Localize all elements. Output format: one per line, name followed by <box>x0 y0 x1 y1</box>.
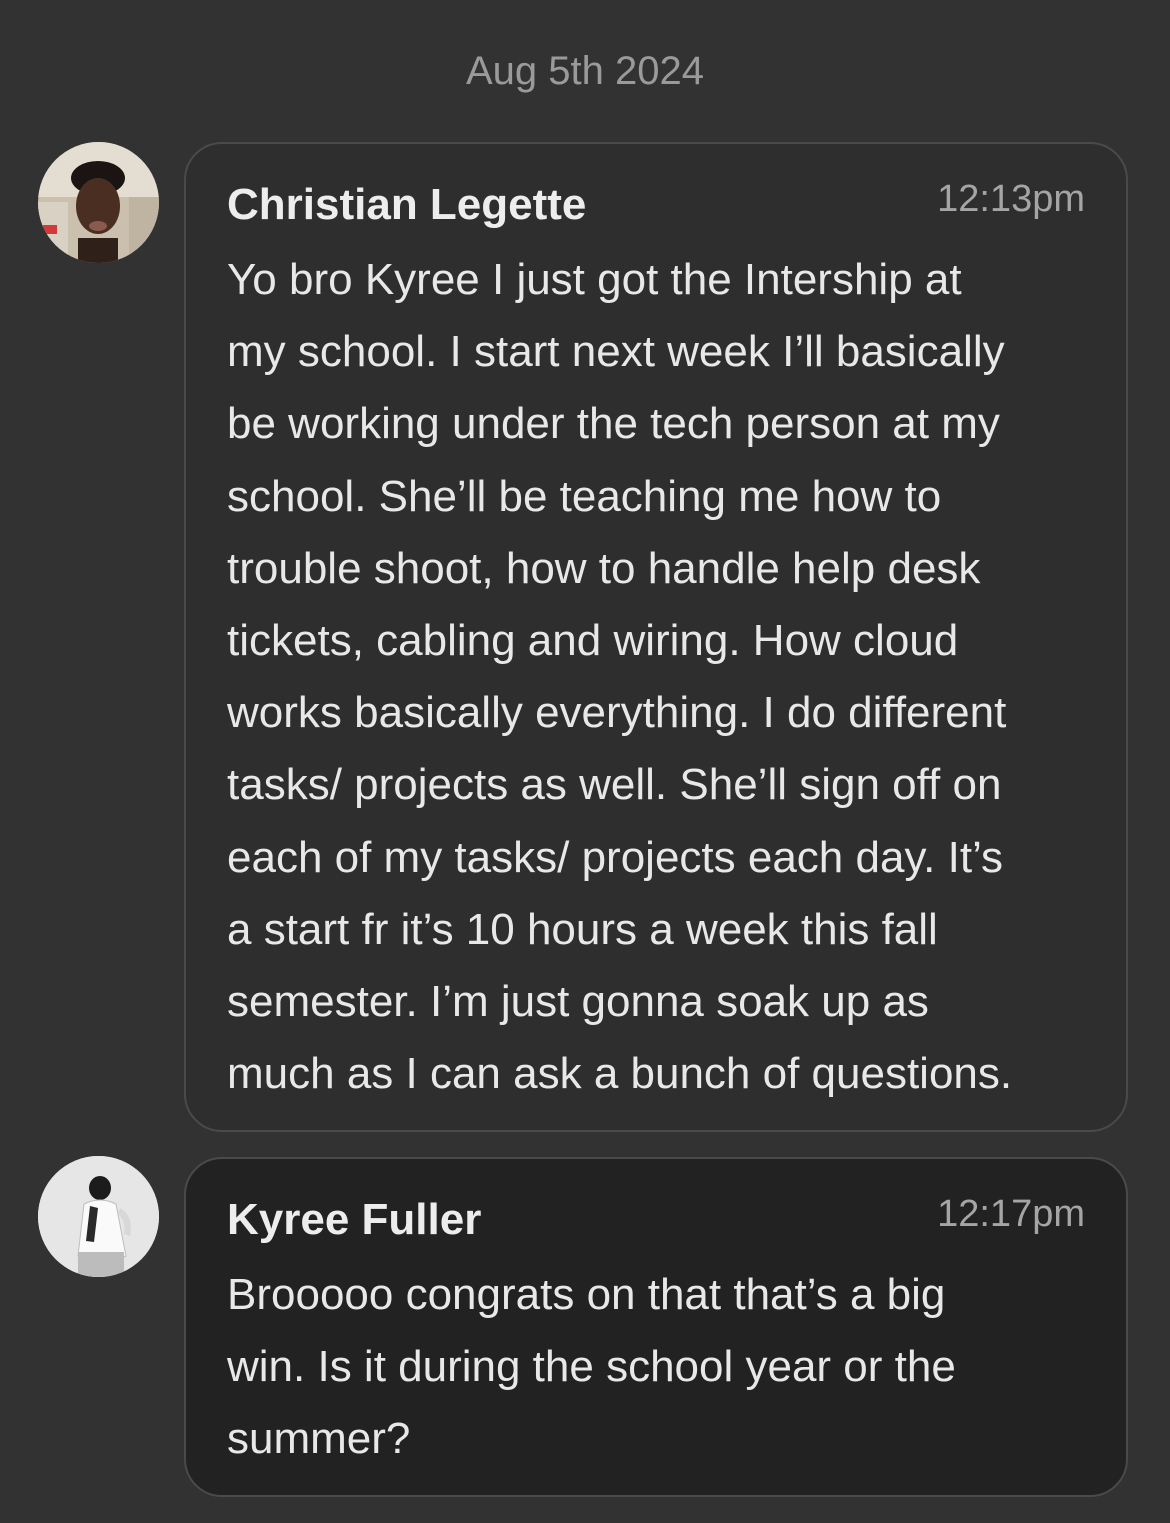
message-time: 12:13pm <box>937 178 1085 220</box>
sender-name: Christian Legette <box>227 180 587 229</box>
avatar[interactable] <box>38 142 159 263</box>
sender-name: Kyree Fuller <box>227 1195 482 1244</box>
message-bubble[interactable]: Christian Legette 12:13pm Yo bro Kyree I… <box>184 142 1128 1132</box>
avatar[interactable] <box>38 1156 159 1277</box>
date-header: Aug 5th 2024 <box>466 49 704 93</box>
message-text: Brooooo congrats on that that’s a big wi… <box>227 1270 956 1464</box>
avatar-photo-icon <box>38 142 159 263</box>
message-bubble[interactable]: Kyree Fuller 12:17pm Brooooo congrats on… <box>184 1157 1128 1497</box>
message-time: 12:17pm <box>937 1193 1085 1235</box>
message-text: Yo bro Kyree I just got the Intership at… <box>227 255 1013 1099</box>
avatar-photo-icon <box>38 1156 159 1277</box>
